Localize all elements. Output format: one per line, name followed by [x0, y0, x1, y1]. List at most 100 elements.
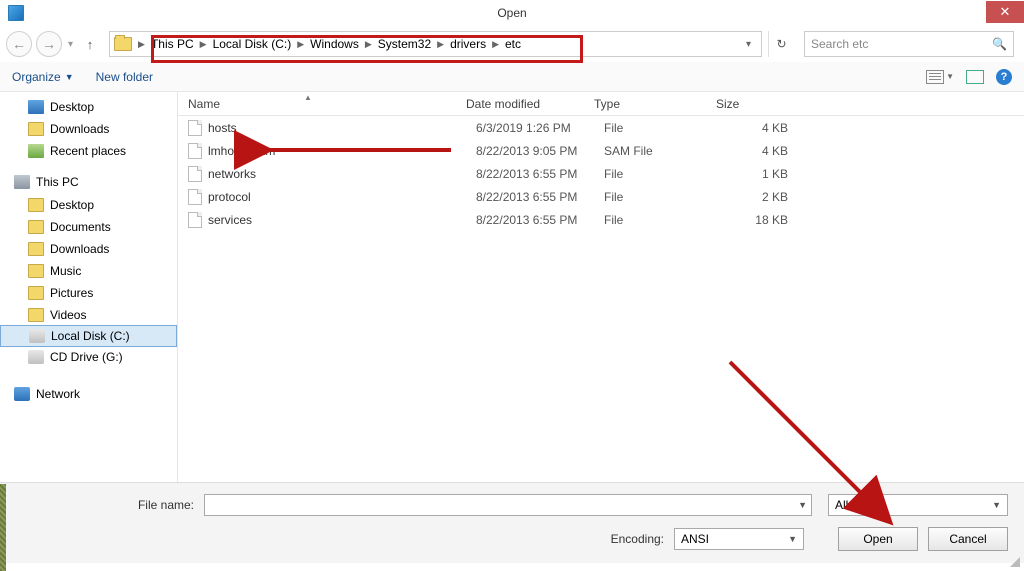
tree-group-this-pc[interactable]: This PC: [0, 170, 177, 194]
file-size: 18 KB: [716, 213, 806, 227]
nav-forward-button[interactable]: →: [36, 31, 62, 57]
nav-back-button[interactable]: ←: [6, 31, 32, 57]
recent-icon: [28, 144, 44, 158]
address-dropdown[interactable]: ▾: [740, 39, 757, 50]
file-date: 8/22/2013 6:55 PM: [466, 167, 594, 181]
tree-item-downloads[interactable]: Downloads: [0, 118, 177, 140]
column-name[interactable]: Name ▲: [178, 97, 456, 111]
tree-item-cd-drive-g[interactable]: CD Drive (G:): [0, 346, 177, 368]
folder-icon: [28, 220, 44, 234]
folder-icon: [28, 198, 44, 212]
file-type: File: [594, 190, 716, 204]
refresh-button[interactable]: ↻: [768, 31, 794, 57]
nav-history-dropdown[interactable]: ▾: [66, 39, 75, 50]
encoding-value: ANSI: [681, 532, 709, 546]
button-label: Open: [863, 532, 892, 546]
tree-label: Documents: [50, 220, 111, 234]
file-row[interactable]: lmhosts.sam8/22/2013 9:05 PMSAM File4 KB: [178, 139, 1024, 162]
tree-label: Network: [36, 387, 80, 401]
file-icon: [188, 166, 202, 182]
breadcrumb: This PC ▶ Local Disk (C:) ▶ Windows ▶ Sy…: [147, 32, 525, 56]
button-label: Cancel: [949, 532, 986, 546]
search-input[interactable]: Search etc 🔍: [804, 31, 1014, 57]
help-button[interactable]: ?: [996, 69, 1012, 85]
new-folder-label: New folder: [96, 70, 153, 84]
file-date: 8/22/2013 9:05 PM: [466, 144, 594, 158]
organize-menu[interactable]: Organize ▼: [12, 70, 74, 84]
folder-icon: [28, 242, 44, 256]
chevron-down-icon: ▼: [788, 534, 797, 544]
window-title: Open: [0, 6, 1024, 20]
file-icon: [188, 189, 202, 205]
file-type: File: [594, 167, 716, 181]
desktop-icon: [28, 100, 44, 114]
folder-icon: [28, 308, 44, 322]
file-size: 4 KB: [716, 121, 806, 135]
tree-item-recent-places[interactable]: Recent places: [0, 140, 177, 162]
arrow-right-icon: →: [42, 36, 56, 52]
view-options-button[interactable]: ▼: [926, 70, 954, 84]
address-bar[interactable]: ▶ This PC ▶ Local Disk (C:) ▶ Windows ▶ …: [109, 31, 762, 57]
encoding-select[interactable]: ANSI ▼: [674, 528, 804, 550]
file-row[interactable]: services8/22/2013 6:55 PMFile18 KB: [178, 208, 1024, 231]
breadcrumb-segment[interactable]: This PC: [147, 37, 198, 51]
tree-label: Desktop: [50, 198, 94, 212]
breadcrumb-segment[interactable]: etc: [501, 37, 525, 51]
tree-label: Desktop: [50, 100, 94, 114]
file-row[interactable]: networks8/22/2013 6:55 PMFile1 KB: [178, 162, 1024, 185]
tree-label: Recent places: [50, 144, 126, 158]
preview-pane-button[interactable]: [966, 70, 984, 84]
new-folder-button[interactable]: New folder: [96, 70, 153, 84]
chevron-right-icon: ▶: [490, 39, 501, 50]
breadcrumb-segment[interactable]: drivers: [446, 37, 490, 51]
column-type[interactable]: Type: [584, 97, 706, 111]
tree-item-videos[interactable]: Videos: [0, 304, 177, 326]
drive-icon: [29, 329, 45, 343]
file-date: 8/22/2013 6:55 PM: [466, 213, 594, 227]
file-name: services: [208, 213, 466, 227]
decorative-edge: [0, 484, 6, 571]
nav-up-button[interactable]: ↑: [79, 33, 101, 55]
file-row[interactable]: hosts6/3/2019 1:26 PMFile4 KB: [178, 116, 1024, 139]
chevron-right-icon: ▶: [136, 39, 147, 50]
tree-label: Pictures: [50, 286, 93, 300]
column-date[interactable]: Date modified: [456, 97, 584, 111]
tree-item-desktop[interactable]: Desktop: [0, 96, 177, 118]
tree-item-desktop-pc[interactable]: Desktop: [0, 194, 177, 216]
tree-item-local-disk-c[interactable]: Local Disk (C:): [0, 325, 177, 347]
preview-pane-icon: [966, 70, 984, 84]
file-name: lmhosts.sam: [208, 144, 466, 158]
breadcrumb-segment[interactable]: Windows: [306, 37, 363, 51]
file-row[interactable]: protocol8/22/2013 6:55 PMFile2 KB: [178, 185, 1024, 208]
column-size[interactable]: Size: [706, 97, 796, 111]
breadcrumb-segment[interactable]: System32: [374, 37, 435, 51]
navigation-tree: Desktop Downloads Recent places This PC …: [0, 92, 178, 482]
tree-item-documents[interactable]: Documents: [0, 216, 177, 238]
search-icon: 🔍: [992, 37, 1007, 51]
open-button[interactable]: Open: [838, 527, 918, 551]
column-label: Date modified: [466, 97, 540, 111]
file-list: Name ▲ Date modified Type Size hosts6/3/…: [178, 92, 1024, 482]
tree-label: CD Drive (G:): [50, 350, 123, 364]
tree-group-network[interactable]: Network: [0, 382, 177, 406]
breadcrumb-segment[interactable]: Local Disk (C:): [209, 37, 296, 51]
file-type-filter[interactable]: All Files ▼: [828, 494, 1008, 516]
cancel-button[interactable]: Cancel: [928, 527, 1008, 551]
tree-item-pictures[interactable]: Pictures: [0, 282, 177, 304]
nav-row: ← → ▾ ↑ ▶ This PC ▶ Local Disk (C:) ▶ Wi…: [0, 26, 1024, 62]
file-icon: [188, 120, 202, 136]
bottom-pane: File name: ▼ All Files ▼ Encoding: ANSI …: [0, 482, 1024, 563]
chevron-down-icon: ▼: [798, 500, 807, 510]
organize-label: Organize: [12, 70, 61, 84]
file-icon: [188, 143, 202, 159]
chevron-right-icon: ▶: [435, 39, 446, 50]
resize-grip[interactable]: [1008, 555, 1020, 567]
filename-input[interactable]: ▼: [204, 494, 812, 516]
file-size: 2 KB: [716, 190, 806, 204]
filename-label: File name:: [16, 498, 194, 512]
tree-item-music[interactable]: Music: [0, 260, 177, 282]
help-icon: ?: [1001, 71, 1008, 83]
file-type: File: [594, 213, 716, 227]
arrow-up-icon: ↑: [87, 37, 94, 52]
tree-item-downloads-pc[interactable]: Downloads: [0, 238, 177, 260]
